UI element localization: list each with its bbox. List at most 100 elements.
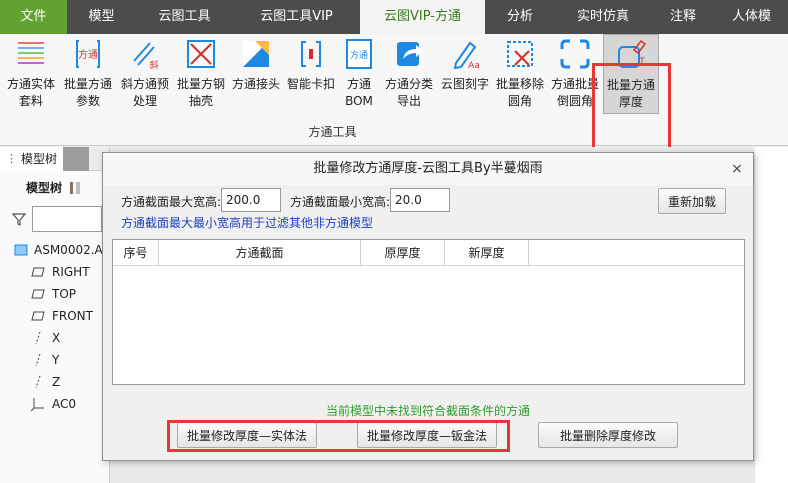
tree-item-label: Y bbox=[52, 353, 60, 367]
coordinate-system-icon bbox=[30, 397, 46, 411]
datum-axis-icon bbox=[30, 353, 46, 367]
tab-analysis[interactable]: 分析 bbox=[485, 0, 555, 34]
tree-item-front[interactable]: FRONT bbox=[0, 305, 109, 327]
datum-plane-icon bbox=[30, 287, 46, 301]
tab-realtime-sim[interactable]: 实时仿真 bbox=[555, 0, 651, 34]
thickness-table[interactable]: 序号 方通截面 原厚度 新厚度 bbox=[112, 239, 745, 385]
tab-model-tree-label: 模型树 bbox=[21, 152, 58, 166]
tree-item-csys[interactable]: AC0 bbox=[0, 393, 109, 415]
ribbon-button-label: 斜方通预 处理 bbox=[120, 77, 169, 108]
solid-method-button[interactable]: 批量修改厚度—实体法 bbox=[177, 422, 317, 448]
tree-item-z[interactable]: Z bbox=[0, 371, 109, 393]
tree-item-top[interactable]: TOP bbox=[0, 283, 109, 305]
clip-bracket-icon bbox=[293, 36, 329, 72]
tree-item-label: FRONT bbox=[52, 309, 93, 323]
column-header-index[interactable]: 序号 bbox=[113, 240, 159, 266]
tab-yuntu-vip-fangtong[interactable]: 云图VIP-方通 bbox=[360, 0, 485, 34]
ribbon-button-batch-shell[interactable]: 批量方钢 抽壳 bbox=[174, 34, 228, 120]
corner-fillet-icon bbox=[557, 36, 593, 72]
tree-item-label: Z bbox=[52, 375, 61, 389]
datum-plane-icon bbox=[30, 309, 46, 323]
svg-text:方通: 方通 bbox=[78, 48, 98, 61]
column-header-new-thickness[interactable]: 新厚度 bbox=[445, 240, 529, 266]
reload-button[interactable]: 重新加载 bbox=[658, 188, 726, 214]
ribbon-button-batch-fillet[interactable]: 方通批量 倒圆角 bbox=[548, 34, 602, 120]
tree-item-label: AC0 bbox=[52, 397, 77, 411]
right-panel bbox=[755, 147, 788, 483]
max-width-input[interactable] bbox=[221, 188, 281, 212]
min-width-label: 方通截面最小宽高: bbox=[290, 195, 391, 209]
ribbon-button-smart-clip[interactable]: 智能卡扣 bbox=[284, 34, 338, 120]
tab-yuntu-tools[interactable]: 云图工具 bbox=[136, 0, 233, 34]
tree-item-label: RIGHT bbox=[52, 265, 90, 279]
export-arrow-icon bbox=[391, 36, 427, 72]
ribbon-button-label: 智能卡扣 bbox=[286, 77, 335, 91]
ribbon-button-oblique-preprocess[interactable]: 斜 斜方通预 处理 bbox=[116, 34, 174, 120]
box-cross-icon bbox=[183, 36, 219, 72]
model-tree-header: 模型树 bbox=[0, 177, 109, 199]
ribbon-button-label: 方通 BOM bbox=[345, 77, 373, 108]
tab-folder[interactable] bbox=[63, 146, 90, 171]
ribbon-group-label: 方通工具 bbox=[308, 125, 357, 139]
min-width-input[interactable] bbox=[390, 188, 450, 212]
ribbon-button-batch-params[interactable]: 方通 批量方通 参数 bbox=[60, 34, 116, 120]
filter-icon[interactable] bbox=[12, 212, 26, 226]
tab-annotate[interactable]: 注释 bbox=[651, 0, 715, 34]
model-tree-panel: ⋮ 模型树 模型树 ASM0002.AS RIGHT TOP FRONT X Y… bbox=[0, 146, 111, 483]
fangtong-doc-icon: 方通 bbox=[70, 36, 106, 72]
ribbon-button-batch-thickness[interactable]: T 批量方通 厚度 bbox=[603, 34, 659, 114]
thickness-edit-icon: T bbox=[613, 37, 649, 73]
tree-item-y[interactable]: Y bbox=[0, 349, 109, 371]
tree-item-x[interactable]: X bbox=[0, 327, 109, 349]
table-header: 序号 方通截面 原厚度 新厚度 bbox=[113, 240, 744, 266]
tab-model-tree[interactable]: ⋮ 模型树 bbox=[0, 146, 64, 171]
sheetmetal-method-button[interactable]: 批量修改厚度—钣金法 bbox=[357, 422, 497, 448]
close-icon[interactable]: × bbox=[729, 161, 745, 177]
menu-bar: 文件 模型 云图工具 云图工具VIP 云图VIP-方通 分析 实时仿真 注释 人… bbox=[0, 0, 788, 34]
max-width-label: 方通截面最大宽高: bbox=[121, 195, 222, 209]
tree-item-label: TOP bbox=[52, 287, 77, 301]
tree-filter-input[interactable] bbox=[32, 206, 102, 232]
datum-plane-icon bbox=[30, 265, 46, 279]
ribbon-button-classify-export[interactable]: 方通分类 导出 bbox=[380, 34, 438, 120]
tree-filter-row bbox=[0, 205, 109, 233]
delete-thickness-button[interactable]: 批量删除厚度修改 bbox=[538, 422, 678, 448]
tab-human-model[interactable]: 人体模 bbox=[715, 0, 788, 34]
batch-thickness-dialog: 批量修改方通厚度-云图工具By半蔓烟雨 × 方通截面最大宽高: 方通截面最小宽高… bbox=[102, 152, 754, 461]
tab-file[interactable]: 文件 bbox=[0, 0, 67, 34]
model-tree-header-label: 模型树 bbox=[26, 181, 63, 195]
ribbon-button-label: 方通批量 倒圆角 bbox=[550, 77, 599, 108]
tree-item-right[interactable]: RIGHT bbox=[0, 261, 109, 283]
assembly-icon bbox=[14, 243, 28, 257]
tools-icon[interactable] bbox=[68, 181, 82, 195]
diagonal-lines-icon: 斜 bbox=[127, 36, 163, 72]
tab-yuntu-vip[interactable]: 云图工具VIP bbox=[233, 0, 360, 34]
svg-text:Aa: Aa bbox=[468, 61, 480, 71]
tree-item-assembly[interactable]: ASM0002.AS bbox=[0, 239, 111, 261]
ribbon-button-engrave[interactable]: Aa 云图刻字 bbox=[438, 34, 492, 120]
svg-text:斜: 斜 bbox=[149, 59, 158, 71]
tree-item-label: X bbox=[52, 331, 61, 345]
ribbon-button-label: 批量方钢 抽壳 bbox=[176, 77, 225, 108]
svg-text:方通: 方通 bbox=[350, 49, 368, 61]
model-tree-tab-strip: ⋮ 模型树 bbox=[0, 146, 109, 171]
tree-structure-icon: ⋮ bbox=[6, 152, 17, 165]
svg-text:T: T bbox=[638, 57, 645, 67]
square-joint-icon bbox=[238, 36, 274, 72]
ribbon-button-joint[interactable]: 方通接头 bbox=[228, 34, 284, 120]
filter-hint: 方通截面最大最小宽高用于过滤其他非方通模型 bbox=[121, 216, 374, 230]
tree-item-label: ASM0002.AS bbox=[34, 243, 111, 257]
column-header-section[interactable]: 方通截面 bbox=[159, 240, 361, 266]
ribbon-button-label: 方通实体 套料 bbox=[6, 77, 55, 108]
ribbon-button-label: 方通接头 bbox=[231, 77, 280, 91]
column-header-old-thickness[interactable]: 原厚度 bbox=[361, 240, 445, 266]
ribbon-button-label: 批量方通 厚度 bbox=[606, 78, 655, 109]
remove-fillet-icon bbox=[502, 36, 538, 72]
tab-model[interactable]: 模型 bbox=[67, 0, 136, 34]
ribbon-button-remove-fillet[interactable]: 批量移除 圆角 bbox=[492, 34, 548, 120]
engrave-pen-icon: Aa bbox=[447, 36, 483, 72]
status-message: 当前模型中未找到符合截面条件的方通 bbox=[325, 404, 530, 418]
ribbon-button-bom[interactable]: 方通 方通 BOM bbox=[338, 34, 380, 120]
datum-axis-icon bbox=[30, 331, 46, 345]
ribbon-button-solid-nesting[interactable]: 方通实体 套料 bbox=[2, 34, 60, 120]
